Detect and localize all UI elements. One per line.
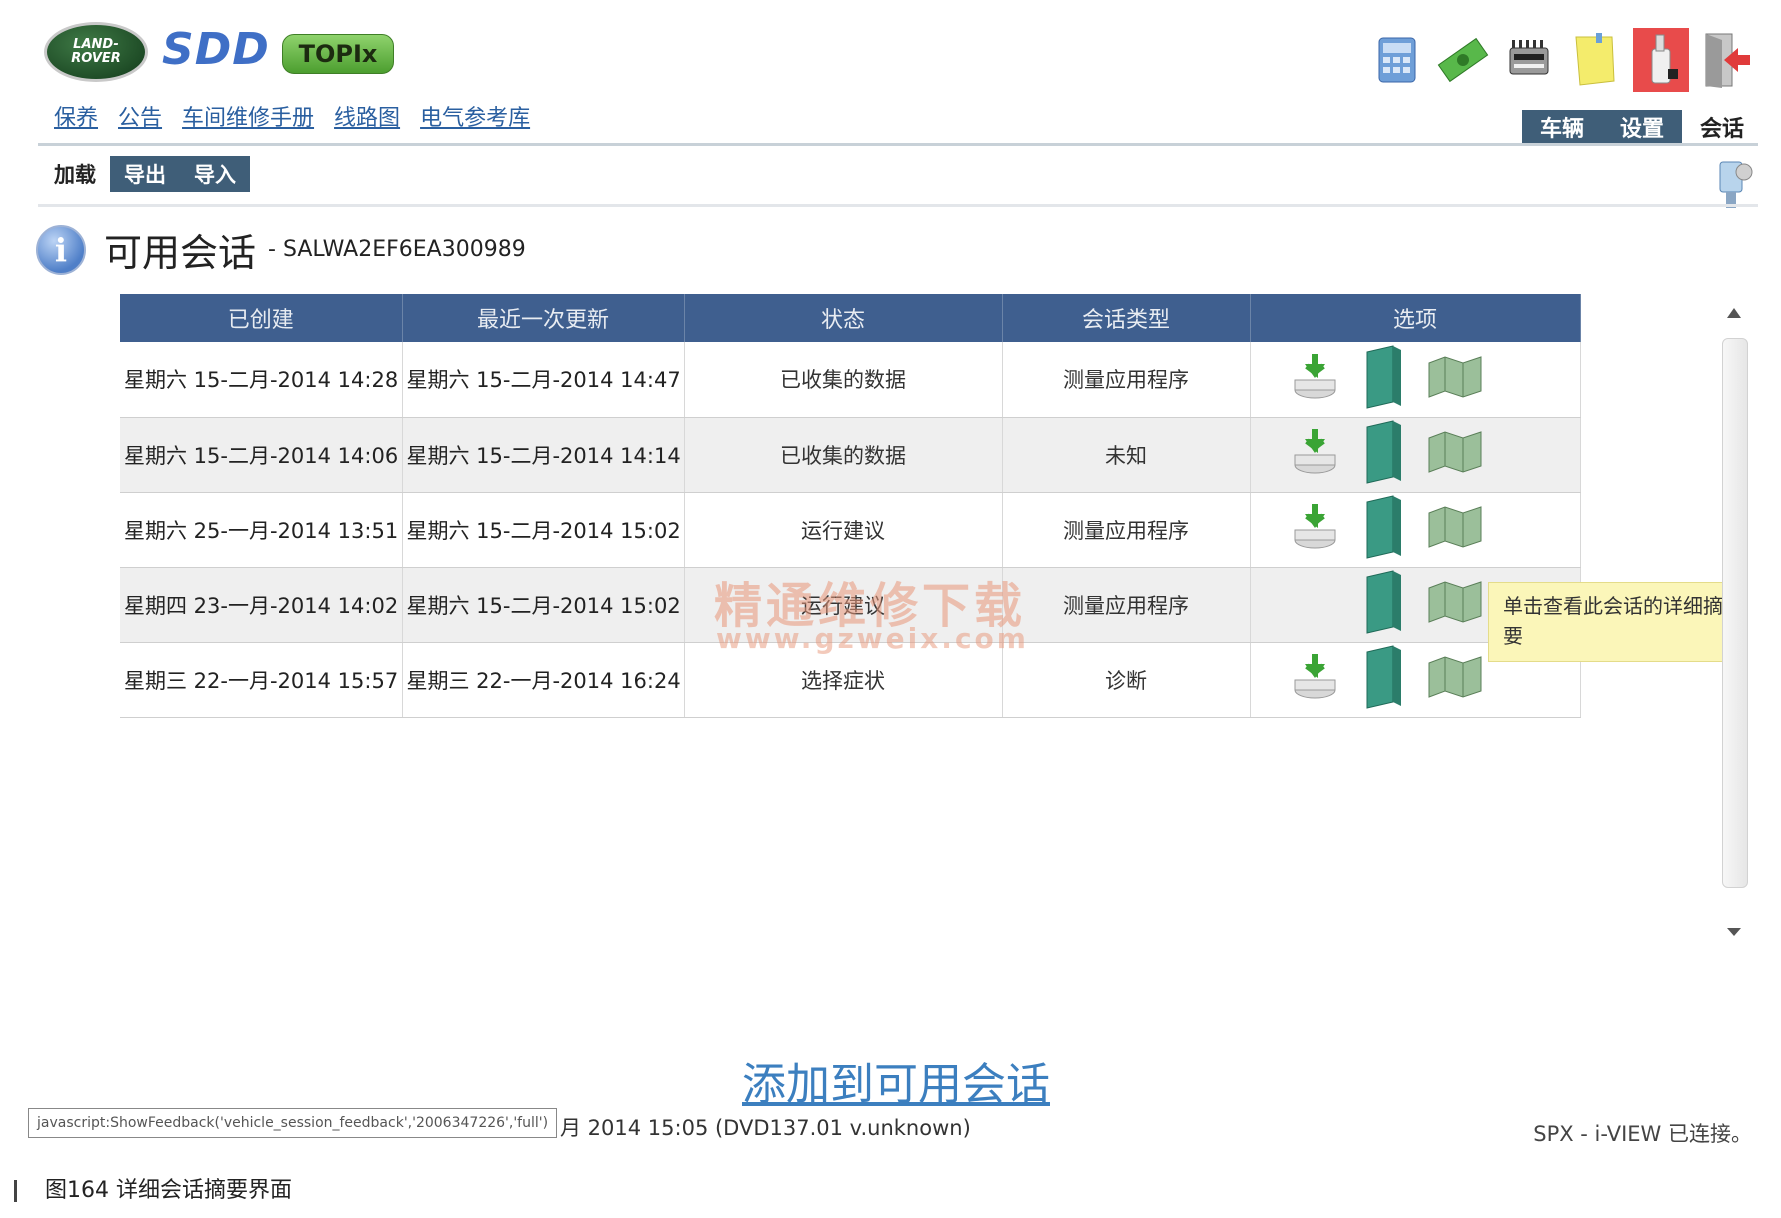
session-manual-icon[interactable] <box>1361 419 1407 490</box>
session-sub-tabs: 加载 导出 导入 <box>40 156 250 192</box>
cell-session-type: 未知 <box>1002 417 1251 493</box>
session-summary-icon[interactable] <box>1425 578 1485 631</box>
cell-updated: 星期六 15-二月-2014 15:02 <box>402 492 685 568</box>
topix-button[interactable]: TOPIx <box>282 34 394 74</box>
subtab-load[interactable]: 加载 <box>40 156 110 192</box>
calculator-icon[interactable] <box>1369 28 1425 92</box>
table-row[interactable]: 星期六 15-二月-2014 14:06 星期六 15-二月-2014 14:14… <box>120 417 1581 493</box>
table-row[interactable]: 星期六 25-一月-2014 13:51 星期六 15-二月-2014 15:02… <box>120 492 1581 568</box>
main-tabs: 车辆 设置 会话 <box>1522 110 1763 144</box>
header: LAND- ROVER SDD TOPIx 保养 公告 车间维修手册 线路图 电… <box>0 0 1781 150</box>
link-wiring-diagram[interactable]: 线路图 <box>334 100 400 132</box>
link-maintenance[interactable]: 保养 <box>54 100 98 132</box>
page-title-row: i 可用会话 - SALWA2EF6EA300989 <box>36 222 526 277</box>
tab-session[interactable]: 会话 <box>1682 110 1763 144</box>
cell-session-type: 测量应用程序 <box>1002 567 1251 643</box>
tab-settings[interactable]: 设置 <box>1602 110 1683 144</box>
load-session-icon[interactable] <box>1289 425 1343 484</box>
toolbar-icons <box>1369 28 1755 92</box>
figure-caption: 图164 详细会话摘要界面 <box>14 1172 292 1204</box>
link-bulletins[interactable]: 公告 <box>118 100 162 132</box>
caption-bar <box>14 1180 17 1202</box>
help-icon[interactable] <box>1633 28 1689 92</box>
col-options: 选项 <box>1250 294 1581 342</box>
cell-session-type: 测量应用程序 <box>1002 492 1251 568</box>
session-manual-icon[interactable] <box>1361 344 1407 415</box>
vertical-scrollbar[interactable] <box>1720 308 1750 948</box>
link-electrical-reference[interactable]: 电气参考库 <box>420 100 530 132</box>
cell-session-type: 测量应用程序 <box>1002 342 1251 418</box>
session-manual-icon[interactable] <box>1361 494 1407 565</box>
load-session-icon[interactable] <box>1289 650 1343 709</box>
col-session-type[interactable]: 会话类型 <box>1002 294 1251 342</box>
col-updated[interactable]: 最近一次更新 <box>402 294 685 342</box>
top-nav-links: 保养 公告 车间维修手册 线路图 电气参考库 <box>54 100 530 132</box>
money-icon[interactable] <box>1435 28 1491 92</box>
session-manual-icon[interactable] <box>1361 644 1407 715</box>
cell-updated: 星期六 15-二月-2014 15:02 <box>402 567 685 643</box>
load-session-placeholder <box>1289 578 1343 632</box>
status-version-text: 月 2014 15:05 (DVD137.01 v.unknown) <box>560 1116 971 1140</box>
exit-door-icon[interactable] <box>1699 28 1755 92</box>
cell-updated: 星期三 22-一月-2014 16:24 <box>402 642 685 718</box>
cell-options <box>1250 417 1581 493</box>
cell-created: 星期六 15-二月-2014 14:28 <box>120 342 403 418</box>
status-url-tooltip: javascript:ShowFeedback('vehicle_session… <box>28 1108 558 1138</box>
connection-status: SPX - i-VIEW 已连接。 <box>1533 1122 1752 1146</box>
memory-chip-icon[interactable] <box>1501 28 1557 92</box>
cell-created: 星期四 23-一月-2014 14:02 <box>120 567 403 643</box>
add-to-available-sessions-link[interactable]: 添加到可用会话 <box>742 1048 1050 1112</box>
logo-text-line1: LAND- <box>73 37 119 52</box>
load-session-icon[interactable] <box>1289 500 1343 559</box>
link-workshop-manual[interactable]: 车间维修手册 <box>182 100 314 132</box>
cell-created: 星期三 22-一月-2014 15:57 <box>120 642 403 718</box>
land-rover-logo: LAND- ROVER <box>44 22 148 82</box>
session-summary-tooltip: 单击查看此会话的详细摘要 <box>1488 582 1746 662</box>
session-manual-icon[interactable] <box>1361 569 1407 640</box>
col-status[interactable]: 状态 <box>684 294 1003 342</box>
note-icon[interactable] <box>1567 28 1623 92</box>
sdd-logo: SDD <box>162 24 270 75</box>
cell-status: 运行建议 <box>684 492 1003 568</box>
col-created[interactable]: 已创建 <box>120 294 403 342</box>
subtab-export[interactable]: 导出 <box>110 156 180 192</box>
cell-created: 星期六 15-二月-2014 14:06 <box>120 417 403 493</box>
watermark-url: www.gzweix.com <box>716 622 1029 655</box>
info-icon: i <box>36 224 86 275</box>
cell-status: 已收集的数据 <box>684 417 1003 493</box>
cell-updated: 星期六 15-二月-2014 14:14 <box>402 417 685 493</box>
status-bar: javascript:ShowFeedback('vehicle_session… <box>28 1108 1758 1148</box>
session-summary-icon[interactable] <box>1425 503 1485 556</box>
page-title: 可用会话 <box>104 231 257 275</box>
session-summary-icon[interactable] <box>1425 653 1485 706</box>
header-divider <box>38 143 1758 146</box>
subtab-divider <box>38 204 1758 207</box>
cell-created: 星期六 25-一月-2014 13:51 <box>120 492 403 568</box>
session-summary-icon[interactable] <box>1425 428 1485 481</box>
cell-status: 已收集的数据 <box>684 342 1003 418</box>
cell-updated: 星期六 15-二月-2014 14:47 <box>402 342 685 418</box>
logo-text-line2: ROVER <box>71 51 121 66</box>
tab-vehicle[interactable]: 车辆 <box>1522 110 1603 144</box>
table-header-row: 已创建 最近一次更新 状态 会话类型 选项 <box>120 294 1581 342</box>
cell-session-type: 诊断 <box>1002 642 1251 718</box>
subtab-import[interactable]: 导入 <box>180 156 250 192</box>
scroll-up-arrow-icon[interactable] <box>1727 308 1741 318</box>
cell-options <box>1250 342 1581 418</box>
load-session-icon[interactable] <box>1289 350 1343 409</box>
session-summary-icon[interactable] <box>1425 353 1485 406</box>
scroll-down-arrow-icon[interactable] <box>1727 928 1741 936</box>
cell-options <box>1250 492 1581 568</box>
scroll-thumb[interactable] <box>1722 338 1748 888</box>
caption-text: 图164 详细会话摘要界面 <box>45 1178 292 1203</box>
table-row[interactable]: 星期六 15-二月-2014 14:28 星期六 15-二月-2014 14:47… <box>120 342 1581 418</box>
vehicle-vin: - SALWA2EF6EA300989 <box>268 237 526 262</box>
